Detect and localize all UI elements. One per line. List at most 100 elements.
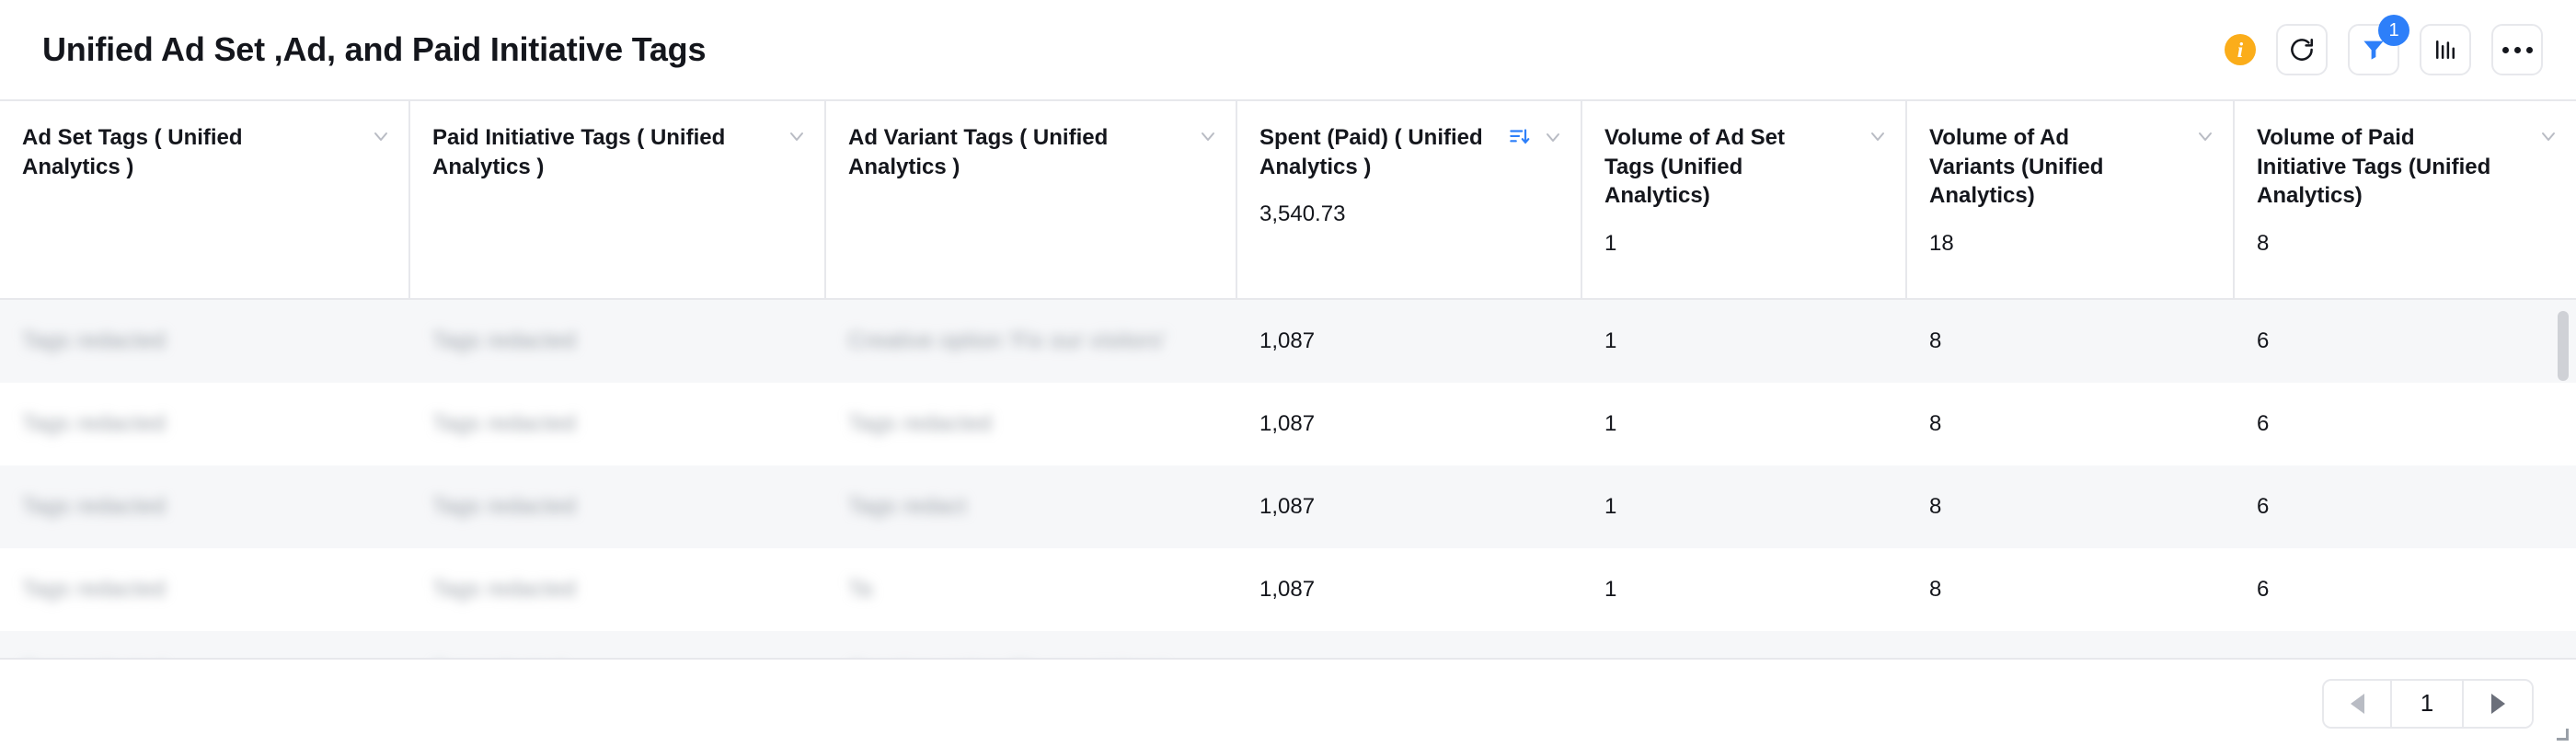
cell-ad-set-tags[interactable]: Tags redacted: [0, 548, 410, 631]
bar-chart-icon: [2432, 36, 2459, 63]
redacted-value: Tags redacted: [22, 494, 166, 519]
cell-ad-variant-tags[interactable]: Tags redact: [826, 465, 1237, 548]
cell-paid-initiative-tags[interactable]: Tags redacted: [410, 465, 826, 548]
column-header-controls: [2537, 125, 2559, 152]
column-header-ad-variant-tags[interactable]: Ad Variant Tags ( Unified Analytics ): [826, 101, 1237, 298]
cell-ad-variant-tags[interactable]: Creative option 'Fix our visitors': [826, 631, 1237, 658]
column-header-paid-initiative-tags[interactable]: Paid Initiative Tags ( Unified Analytics…: [410, 101, 826, 298]
cell-ad-set-tags[interactable]: Tags redacted: [0, 631, 410, 658]
chevron-down-icon[interactable]: [1867, 125, 1889, 152]
column-total-spent: 3,540.73: [1259, 201, 1346, 227]
cell-spent[interactable]: 1,087: [1237, 631, 1582, 658]
chevron-left-icon: [2350, 693, 2364, 714]
table-row[interactable]: Tags redacted Tags redacted Tags redact …: [0, 465, 2576, 548]
column-header-controls: [1197, 125, 1219, 152]
column-header-ad-set-tags[interactable]: Ad Set Tags ( Unified Analytics ): [0, 101, 410, 298]
table-row[interactable]: Tags redacted Tag redacted Creative opti…: [0, 631, 2576, 658]
cell-volume-ad-set-tags[interactable]: 1: [1582, 548, 1907, 631]
chevron-right-icon: [2490, 693, 2505, 714]
redacted-value: Creative option 'Fix our visitors': [848, 328, 1167, 353]
column-header-label: Ad Set Tags ( Unified Analytics ): [22, 125, 243, 179]
resize-handle[interactable]: [2556, 728, 2570, 742]
cell-volume-ad-set-tags[interactable]: 1: [1582, 383, 1907, 465]
page-number-input[interactable]: 1: [2392, 680, 2464, 727]
cell-ad-set-tags[interactable]: Tags redacted: [0, 465, 410, 548]
previous-page-button[interactable]: [2324, 680, 2392, 727]
column-header-label: Volume of Ad Variants (Unified Analytics…: [1929, 125, 2104, 209]
chart-button[interactable]: [2420, 24, 2471, 75]
app-window: Unified Ad Set ,Ad, and Paid Initiative …: [0, 0, 2576, 747]
cell-ad-variant-tags[interactable]: Tags redacted: [826, 383, 1237, 465]
cell-volume-ad-variants[interactable]: 8: [1907, 548, 2235, 631]
column-header-controls: [1867, 125, 1889, 152]
filter-count-badge: 1: [2378, 15, 2409, 46]
cell-ad-variant-tags[interactable]: Ta: [826, 548, 1237, 631]
redacted-value: Tags redacted: [22, 328, 166, 353]
column-header-volume-ad-set-tags[interactable]: Volume of Ad Set Tags (Unified Analytics…: [1582, 101, 1907, 298]
refresh-button[interactable]: [2276, 24, 2328, 75]
more-options-icon: [2501, 46, 2533, 53]
cell-ad-variant-tags[interactable]: Creative option 'Fix our visitors': [826, 300, 1237, 383]
page-title: Unified Ad Set ,Ad, and Paid Initiative …: [42, 30, 707, 69]
chevron-down-icon[interactable]: [2194, 125, 2216, 152]
vertical-scrollbar-thumb[interactable]: [2558, 311, 2569, 381]
cell-spent[interactable]: 1,087: [1237, 383, 1582, 465]
chevron-down-icon[interactable]: [2537, 125, 2559, 152]
cell-paid-initiative-tags[interactable]: Tags redacted: [410, 548, 826, 631]
cell-volume-ad-variants[interactable]: 8: [1907, 631, 2235, 658]
toolbar: Unified Ad Set ,Ad, and Paid Initiative …: [0, 0, 2576, 101]
column-header-volume-ad-variants[interactable]: Volume of Ad Variants (Unified Analytics…: [1907, 101, 2235, 298]
chevron-down-icon[interactable]: [1197, 125, 1219, 152]
column-header-controls: [1507, 125, 1564, 154]
redacted-value: Tags redacted: [848, 411, 992, 436]
filter-button[interactable]: 1: [2348, 15, 2409, 75]
cell-ad-set-tags[interactable]: Tags redacted: [0, 300, 410, 383]
more-options-button[interactable]: [2491, 24, 2543, 75]
cell-volume-ad-set-tags[interactable]: 1: [1582, 631, 1907, 658]
column-total-volume-ad-variants: 18: [1929, 231, 1954, 257]
sort-descending-icon[interactable]: [1507, 125, 1531, 154]
cell-volume-ad-variants[interactable]: 8: [1907, 300, 2235, 383]
cell-volume-ad-set-tags[interactable]: 1: [1582, 465, 1907, 548]
table-row[interactable]: Tags redacted Tags redacted Ta 1,087 1 8…: [0, 548, 2576, 631]
cell-spent[interactable]: 1,087: [1237, 300, 1582, 383]
cell-paid-initiative-tags[interactable]: Tags redacted: [410, 383, 826, 465]
redacted-value: Ta: [848, 577, 873, 602]
cell-volume-paid-initiative-tags[interactable]: 6: [2235, 383, 2576, 465]
redacted-value: Tags redacted: [432, 328, 576, 353]
cell-volume-ad-set-tags[interactable]: 1: [1582, 300, 1907, 383]
redacted-value: Tags redacted: [432, 494, 576, 519]
refresh-icon: [2288, 36, 2316, 63]
column-header-label: Volume of Paid Initiative Tags (Unified …: [2257, 125, 2491, 209]
redacted-value: Tags redact: [848, 494, 967, 519]
column-header-controls: [2194, 125, 2216, 152]
cell-volume-paid-initiative-tags[interactable]: 6: [2235, 631, 2576, 658]
column-header-controls: [786, 125, 808, 152]
cell-ad-set-tags[interactable]: Tags redacted: [0, 383, 410, 465]
table-row[interactable]: Tags redacted Tags redacted Tags redacte…: [0, 383, 2576, 465]
cell-paid-initiative-tags[interactable]: Tag redacted: [410, 631, 826, 658]
cell-spent[interactable]: 1,087: [1237, 548, 1582, 631]
column-header-label: Ad Variant Tags ( Unified Analytics ): [848, 125, 1109, 179]
cell-paid-initiative-tags[interactable]: Tags redacted: [410, 300, 826, 383]
cell-volume-paid-initiative-tags[interactable]: 6: [2235, 300, 2576, 383]
toolbar-actions: i 1: [2225, 15, 2543, 75]
pagination: 1: [2322, 678, 2534, 729]
info-icon[interactable]: i: [2225, 34, 2256, 65]
chevron-down-icon[interactable]: [786, 125, 808, 152]
grid-footer: 1: [0, 658, 2576, 747]
cell-volume-paid-initiative-tags[interactable]: 6: [2235, 548, 2576, 631]
cell-volume-ad-variants[interactable]: 8: [1907, 383, 2235, 465]
column-header-volume-paid-initiative-tags[interactable]: Volume of Paid Initiative Tags (Unified …: [2235, 101, 2576, 298]
chevron-down-icon[interactable]: [370, 125, 392, 152]
column-header-spent-paid[interactable]: Spent (Paid) ( Unified Analytics ) 3,540…: [1237, 101, 1582, 298]
data-grid: Ad Set Tags ( Unified Analytics ) Paid I…: [0, 101, 2576, 658]
next-page-button[interactable]: [2464, 680, 2532, 727]
cell-spent[interactable]: 1,087: [1237, 465, 1582, 548]
cell-volume-ad-variants[interactable]: 8: [1907, 465, 2235, 548]
cell-volume-paid-initiative-tags[interactable]: 6: [2235, 465, 2576, 548]
table-row[interactable]: Tags redacted Tags redacted Creative opt…: [0, 300, 2576, 383]
chevron-down-icon[interactable]: [1542, 126, 1564, 153]
column-header-label: Volume of Ad Set Tags (Unified Analytics…: [1604, 125, 1786, 209]
redacted-value: Tags redacted: [22, 411, 166, 436]
